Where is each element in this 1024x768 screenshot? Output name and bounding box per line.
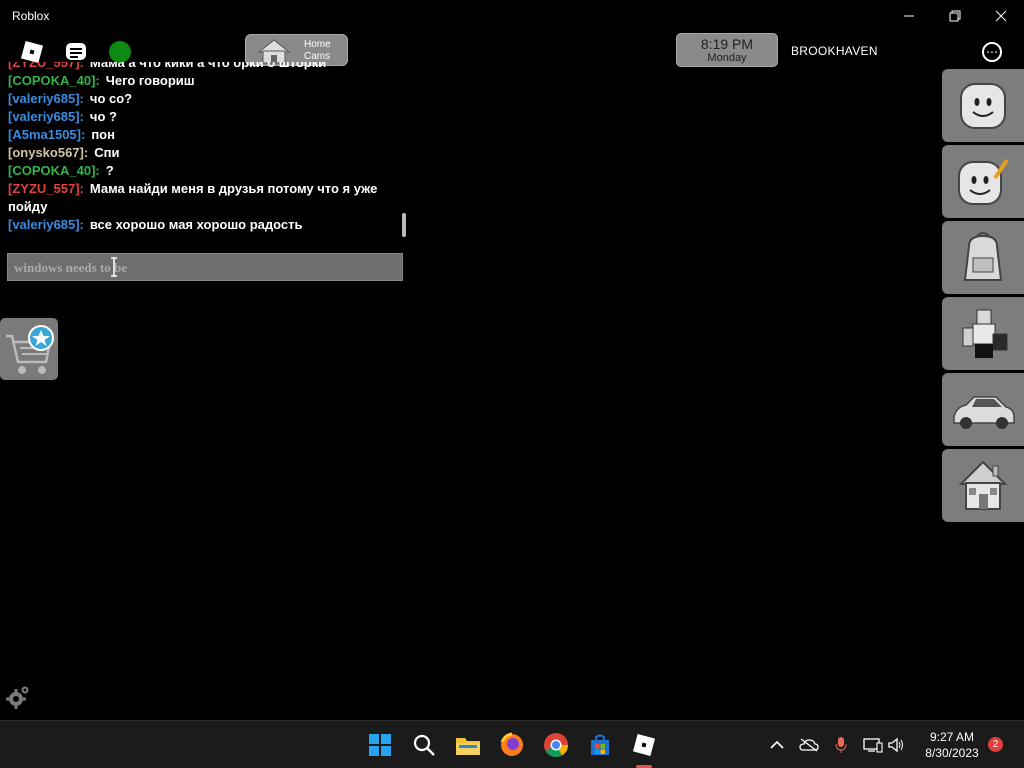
windows-start-icon [369,734,391,756]
chat-text: ? [105,163,114,178]
microphone-icon [835,737,847,753]
chat-username[interactable]: [valeriy685]: [8,109,84,124]
roblox-logo-icon [632,733,656,757]
house-menu-button[interactable] [942,449,1024,522]
maximize-button[interactable] [932,0,978,32]
backpack-button[interactable] [942,221,1024,294]
car-icon [953,395,1015,429]
taskbar-date: 8/30/2023 [925,746,979,760]
house-icon [257,39,291,64]
chrome-button[interactable] [540,729,572,761]
speaker-icon [888,737,903,753]
window-title: Roblox [12,9,50,23]
house-icon [958,460,1008,510]
chat-username[interactable]: [onysko567]: [8,145,88,160]
network-icon [863,738,883,753]
avatar-face-button[interactable] [942,69,1024,142]
file-explorer-button[interactable] [452,729,484,761]
search-icon [413,734,435,756]
chat-username[interactable]: [COPOKA_40]: [8,163,100,178]
firefox-button[interactable] [496,729,528,761]
chat-text: пон [91,127,115,142]
cloud-off-icon [799,738,819,752]
restore-icon [949,10,961,22]
chat-username[interactable]: [COPOKA_40]: [8,73,100,88]
chat-text: чо ? [89,109,117,124]
show-hidden-icons-button[interactable] [768,735,786,755]
more-options-button[interactable]: ⋯ [982,42,1002,62]
taskbar-clock[interactable]: 9:27 AM 8/30/2023 [920,729,984,761]
network-button[interactable] [862,735,884,755]
chevron-up-icon [770,740,784,749]
chat-username[interactable]: [A5ma1505]: [8,127,85,142]
clock-day: Monday [707,52,747,64]
chat-text: Мама а что кики а что орки о шторки [89,62,327,70]
green-status-icon [109,41,131,63]
backpack-icon [963,231,1003,281]
chat-message: [A5ma1505]: пон [8,126,403,144]
text-cursor-icon [111,257,117,277]
microsoft-store-button[interactable] [584,729,616,761]
notification-badge[interactable]: 2 [988,737,1003,752]
chat-message: [valeriy685]: чо ? [8,108,403,126]
shop-button[interactable] [0,318,58,380]
avatar-icon [962,309,1008,358]
home-cams-label: Home Cams [304,39,331,63]
chat-message: [onysko567]: Спи [8,144,403,162]
face-edit-icon [958,158,1009,205]
chat-message: [COPOKA_40]: Чего говориш [8,72,403,90]
chat-text: чо со? [89,91,133,106]
chat-window[interactable]: [ZYZU_557]: Мама а что кики а что орки о … [8,62,403,240]
more-icon: ⋯ [986,45,998,59]
game-clock: 8:19 PM Monday [676,33,778,67]
chat-username[interactable]: [valeriy685]: [8,91,84,106]
chat-text: Спи [94,145,120,160]
settings-gear-icon[interactable] [6,685,30,709]
chat-text: все хорошо мая хорошо радость [89,217,303,232]
windows-taskbar: 9:27 AM 8/30/2023 2 [0,720,1024,768]
avatar-items-button[interactable] [942,297,1024,370]
close-button[interactable] [978,0,1024,32]
face-icon [960,82,1006,129]
chrome-icon [544,733,568,758]
roblox-taskbar-button[interactable] [628,729,660,761]
chat-username[interactable]: [valeriy685]: [8,217,84,232]
start-button[interactable] [364,729,396,761]
chat-message: [ZYZU_557]: Мама а что кики а что орки о … [8,62,403,72]
chat-message: [COPOKA_40]:? [8,162,403,180]
roblox-logo-icon [20,40,44,64]
chat-message: [ZYZU_557]: Мама найди меня в друзья пото… [8,180,403,216]
chat-message: [valeriy685]: чо со? [8,90,403,108]
home-cams-line1: Home [304,39,331,50]
close-icon [995,10,1007,22]
minimize-icon [904,15,914,17]
clock-time: 8:19 PM [700,36,754,52]
vehicle-button[interactable] [942,373,1024,446]
microphone-button[interactable] [832,735,850,755]
firefox-icon [500,732,523,756]
chat-message: [valeriy685]: все хорошо мая хорошо радос… [8,216,403,234]
volume-button[interactable] [886,735,906,755]
chat-username[interactable]: [ZYZU_557]: [8,181,84,196]
taskbar-time: 9:27 AM [929,730,975,744]
store-icon [591,734,609,755]
chat-text: Чего говориш [105,73,195,88]
onedrive-button[interactable] [798,735,820,755]
window-titlebar: Roblox [0,0,1024,32]
shopping-cart-icon [6,325,54,374]
chat-input[interactable]: windows needs to be [7,253,403,281]
folder-icon [456,738,480,755]
right-sidebar [942,69,1024,525]
chat-icon [66,43,86,60]
place-name: BROOKHAVEN [791,44,878,58]
minimize-button[interactable] [886,0,932,32]
avatar-edit-button[interactable] [942,145,1024,218]
chat-scrollbar[interactable] [402,213,406,237]
search-button[interactable] [408,729,440,761]
chat-username[interactable]: [ZYZU_557]: [8,62,84,70]
